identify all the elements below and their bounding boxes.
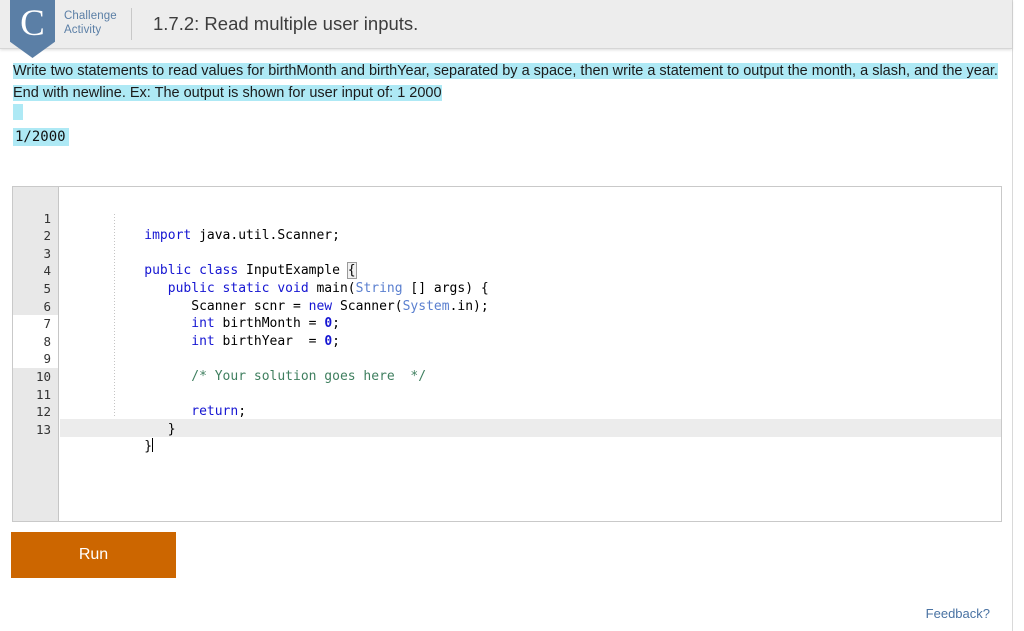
code-line: 11 return;	[60, 368, 1001, 386]
line-number: 8	[13, 333, 51, 351]
active-line-highlight	[60, 419, 1001, 437]
code-line: 13 }	[60, 403, 1001, 421]
description-text: Write two statements to read values for …	[13, 60, 1000, 104]
code-lines: 1 import java.util.Scanner; 2 3 public c…	[60, 187, 1001, 421]
code-line: 5 Scanner scnr = new Scanner(System.in);	[60, 262, 1001, 280]
code-line: 6 int birthMonth = 0;	[60, 280, 1001, 298]
line-number: 11	[13, 386, 51, 404]
sample-output-value: 1/2000	[13, 128, 69, 146]
line-number: 7	[13, 315, 51, 333]
line-number: 9	[13, 350, 51, 368]
run-button[interactable]: Run	[11, 532, 176, 578]
code-line: 12 }	[60, 386, 1001, 404]
challenge-activity-page: C Challenge Activity 1.7.2: Read multipl…	[0, 0, 1013, 631]
line-number: 2	[13, 227, 51, 245]
page-title: 1.7.2: Read multiple user inputs.	[153, 13, 418, 35]
line-number: 1	[13, 210, 51, 228]
code-line: 2	[60, 210, 1001, 228]
text-caret	[152, 438, 153, 452]
challenge-activity-label-line2: Activity	[64, 23, 117, 37]
line-number: 3	[13, 245, 51, 263]
challenge-activity-label-line1: Challenge	[64, 9, 117, 23]
code-line: 1 import java.util.Scanner;	[60, 192, 1001, 210]
code-editor[interactable]: 1 import java.util.Scanner; 2 3 public c…	[12, 186, 1002, 522]
code-text-area[interactable]: 1 import java.util.Scanner; 2 3 public c…	[60, 187, 1001, 521]
challenge-badge-icon: C	[10, 0, 55, 58]
line-number: 5	[13, 280, 51, 298]
line-number: 6	[13, 298, 51, 316]
header-divider	[131, 8, 132, 40]
challenge-activity-label: Challenge Activity	[64, 9, 117, 37]
code-line: 7 int birthYear = 0;	[60, 298, 1001, 316]
line-number: 4	[13, 262, 51, 280]
activity-description: Write two statements to read values for …	[0, 60, 1013, 147]
code-line: 9 /* Your solution goes here */	[60, 333, 1001, 351]
badge-letter: C	[10, 3, 55, 45]
line-number: 10	[13, 368, 51, 386]
activity-header: C Challenge Activity 1.7.2: Read multipl…	[0, 0, 1012, 49]
code-line: 10	[60, 350, 1001, 368]
feedback-link[interactable]: Feedback?	[926, 606, 990, 621]
code-line: 8	[60, 315, 1001, 333]
line-content: }	[138, 421, 175, 439]
description-highlighted-text: Write two statements to read values for …	[13, 63, 998, 101]
line-number: 13	[13, 421, 51, 439]
line-content: }	[138, 438, 153, 456]
description-blank-line	[13, 104, 1000, 120]
code-line: 4 public static void main(String [] args…	[60, 245, 1001, 263]
sample-output: 1/2000	[13, 128, 1000, 147]
line-number: 12	[13, 403, 51, 421]
code-line: 3 public class InputExample {	[60, 227, 1001, 245]
